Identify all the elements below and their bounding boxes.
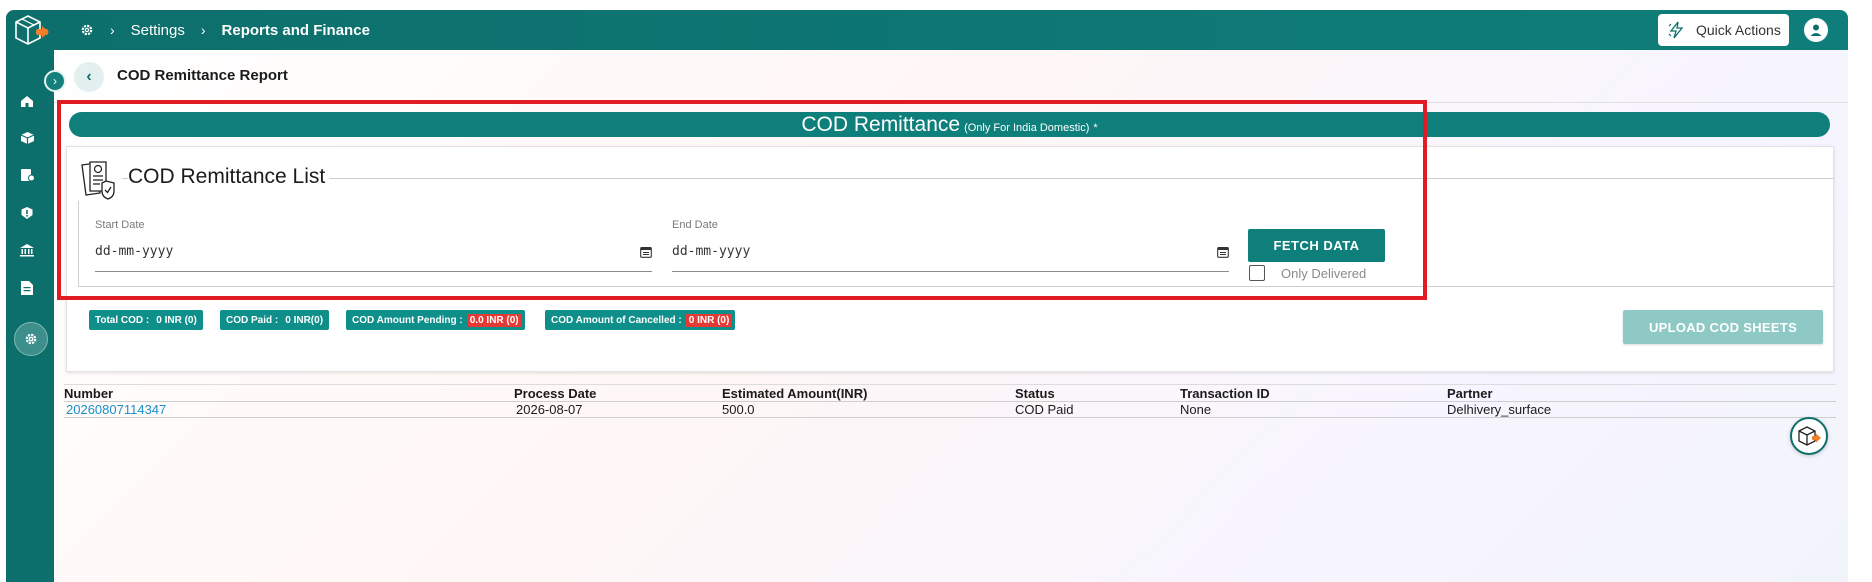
estimated-amount-cell: 500.0 <box>722 402 755 417</box>
calendar-icon[interactable] <box>1217 246 1229 258</box>
table-row: 20260807114347 2026-08-07 500.0 COD Paid… <box>64 402 1836 418</box>
user-icon <box>1810 24 1822 36</box>
app-root: › › Settings › Reports and Finance Quick… <box>0 0 1872 582</box>
cod-cancelled-value: 0 INR (0) <box>685 313 733 327</box>
upload-cod-sheets-button[interactable]: UPLOAD COD SHEETS <box>1623 310 1823 344</box>
app-logo-icon[interactable] <box>12 12 50 48</box>
section-title: COD Remittance List <box>128 163 330 191</box>
cod-pending-label: COD Amount Pending : <box>352 314 463 326</box>
sidebar-item-home[interactable] <box>18 92 36 110</box>
column-header-estimated-amount[interactable]: Estimated Amount(INR) <box>722 386 867 402</box>
package-icon <box>1798 426 1821 446</box>
column-header-number[interactable]: Number <box>64 386 113 402</box>
cod-paid-badge: COD Paid : 0 INR(0) <box>220 310 330 330</box>
breadcrumb: › Settings › Reports and Finance <box>80 10 370 50</box>
remittance-table: Number Process Date Estimated Amount(INR… <box>64 386 1836 418</box>
home-icon <box>21 96 33 107</box>
start-date-input[interactable]: dd-mm-yyyy <box>95 242 652 272</box>
back-button[interactable]: ‹ <box>74 62 104 92</box>
quick-actions-label: Quick Actions <box>1696 22 1781 38</box>
gear-icon <box>25 333 37 345</box>
breadcrumb-separator: › <box>200 22 206 38</box>
transaction-id-cell: None <box>1180 402 1212 417</box>
end-date-value: dd-mm-yyyy <box>672 244 751 259</box>
sidebar-item-orders[interactable] <box>18 166 36 184</box>
sidebar-item-products[interactable] <box>18 129 36 147</box>
cod-paid-value: 0 INR(0) <box>285 314 324 326</box>
quick-actions-button[interactable]: Quick Actions <box>1658 14 1789 46</box>
breadcrumb-separator: › <box>110 22 115 38</box>
breadcrumb-current: Reports and Finance <box>221 21 370 39</box>
sidebar-item-settings[interactable] <box>14 322 48 356</box>
total-cod-badge: Total COD : 0 INR (0) <box>89 310 203 330</box>
gear-icon[interactable] <box>80 23 94 37</box>
column-header-status[interactable]: Status <box>1015 386 1055 402</box>
column-header-partner[interactable]: Partner <box>1447 386 1493 402</box>
remittance-number-link[interactable]: 20260807114347 <box>66 402 166 418</box>
lightning-icon <box>1668 21 1684 39</box>
sidebar-item-finance[interactable] <box>18 241 36 259</box>
sidebar-item-alerts[interactable] <box>18 204 36 222</box>
cod-remittance-banner: COD Remittance (Only For India Domestic)… <box>69 112 1830 137</box>
status-cell: COD Paid <box>1015 402 1074 417</box>
cod-pending-value: 0.0 INR (0) <box>466 313 522 327</box>
column-header-transaction-id[interactable]: Transaction ID <box>1180 386 1270 402</box>
process-date-cell: 2026-08-07 <box>516 402 583 417</box>
only-delivered-label: Only Delivered <box>1281 266 1367 281</box>
sidebar-expand-button[interactable]: › <box>44 70 66 92</box>
banner-subtitle: (Only For India Domestic) <box>964 121 1090 134</box>
box-icon <box>20 132 34 144</box>
cod-cancelled-label: COD Amount of Cancelled : <box>551 314 682 326</box>
sidebar-item-reports[interactable] <box>18 279 36 297</box>
end-date-input[interactable]: dd-mm-yyyy <box>672 242 1229 272</box>
cod-cancelled-badge: COD Amount of Cancelled : 0 INR (0) <box>545 310 736 330</box>
banner-title: COD Remittance <box>801 112 961 136</box>
header-divider <box>54 102 1848 103</box>
page-title: COD Remittance Report <box>117 67 288 84</box>
bank-icon <box>20 244 34 257</box>
calendar-icon[interactable] <box>640 246 652 258</box>
breadcrumb-settings[interactable]: Settings <box>131 22 185 39</box>
start-date-value: dd-mm-yyyy <box>95 244 174 259</box>
cod-paid-label: COD Paid : <box>226 314 279 326</box>
banner-asterisk: * <box>1093 121 1098 134</box>
cod-pending-badge: COD Amount Pending : 0.0 INR (0) <box>346 310 525 330</box>
floating-help-button[interactable] <box>1790 417 1828 455</box>
only-delivered-checkbox[interactable] <box>1249 265 1265 281</box>
start-date-label: Start Date <box>95 219 145 231</box>
total-cod-value: 0 INR (0) <box>156 314 197 326</box>
end-date-label: End Date <box>672 219 718 231</box>
receipt-shield-icon <box>78 159 122 201</box>
column-header-process-date[interactable]: Process Date <box>514 386 596 402</box>
total-cod-label: Total COD : <box>95 314 150 326</box>
partner-cell: Delhivery_surface <box>1447 402 1552 417</box>
fetch-data-button[interactable]: FETCH DATA <box>1248 229 1385 262</box>
table-top-border <box>64 384 1836 385</box>
document-icon <box>21 281 33 295</box>
orders-icon <box>20 169 35 182</box>
chevron-right-icon: › <box>53 74 57 88</box>
alert-icon <box>21 207 33 219</box>
user-avatar[interactable] <box>1804 18 1828 42</box>
table-header: Number Process Date Estimated Amount(INR… <box>64 386 1836 402</box>
chevron-left-icon: ‹ <box>86 68 92 85</box>
